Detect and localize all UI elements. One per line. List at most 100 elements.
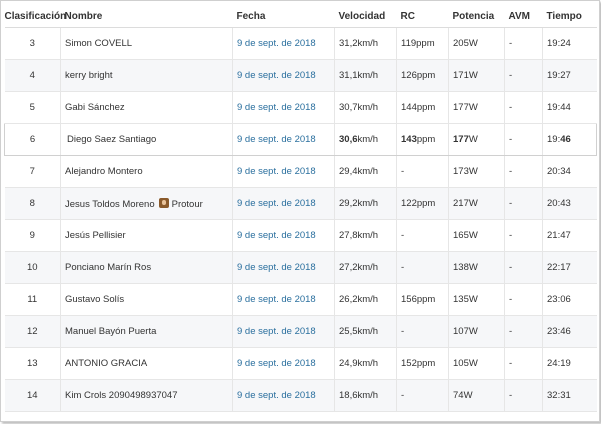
speed-cell: 26,2km/h [334, 283, 397, 316]
col-header-vam[interactable]: AVM [504, 5, 543, 28]
col-header-speed[interactable]: Velocidad [334, 5, 397, 28]
effort-date-link[interactable]: 9 de sept. de 2018 [232, 347, 335, 380]
speed-cell: 31,1km/h [334, 59, 397, 92]
effort-date-link[interactable]: 9 de sept. de 2018 [232, 219, 335, 252]
speed-cell: 29,4km/h [334, 155, 397, 188]
effort-date-link[interactable]: 9 de sept. de 2018 [232, 91, 335, 124]
power-cell: 205W [448, 27, 505, 60]
athlete-name-link[interactable]: Gabi Sánchez [60, 91, 233, 124]
speed-cell: 25,5km/h [334, 315, 397, 348]
table-row: 4 kerry bright 9 de sept. de 2018 31,1km… [4, 59, 597, 92]
highlighted-athlete-row: 6 Diego Saez Santiago 9 de sept. de 2018… [4, 123, 597, 156]
table-row: 3 Simon COVELL 9 de sept. de 2018 31,2km… [4, 27, 597, 60]
rank-cell: 4 [4, 59, 61, 92]
power-cell: 177W [448, 123, 505, 156]
vam-cell: - [504, 283, 543, 316]
power-cell: 217W [448, 187, 505, 220]
speed-cell: 18,6km/h [334, 379, 397, 412]
rank-cell: 6 [4, 123, 61, 156]
athlete-name[interactable]: Jesus Toldos Moreno [65, 199, 155, 210]
time-bold: 46 [560, 134, 571, 145]
effort-date-link[interactable]: 9 de sept. de 2018 [232, 315, 335, 348]
col-header-power[interactable]: Potencia [448, 5, 505, 28]
effort-date-link[interactable]: 9 de sept. de 2018 [232, 283, 335, 316]
vam-cell: - [504, 251, 543, 284]
speed-cell: 24,9km/h [334, 347, 397, 380]
leaderboard-panel: Clasificación Nombre Fecha Velocidad RC … [0, 0, 600, 422]
athlete-name-link[interactable]: ANTONIO GRACIA [60, 347, 233, 380]
athlete-name-link[interactable]: Jesús Pellisier [60, 219, 233, 252]
athlete-name-link[interactable]: Alejandro Montero [60, 155, 233, 188]
table-header-row: Clasificación Nombre Fecha Velocidad RC … [4, 5, 597, 28]
col-header-date[interactable]: Fecha [232, 5, 335, 28]
vam-cell: - [504, 379, 543, 412]
athlete-name-link[interactable]: Simon COVELL [60, 27, 233, 60]
protour-badge-icon [158, 197, 169, 208]
heart-rate-cell: 143ppm [396, 123, 449, 156]
time-cell: 19:46 [542, 123, 597, 156]
vam-cell: - [504, 59, 543, 92]
table-row: 12 Manuel Bayón Puerta 9 de sept. de 201… [4, 315, 597, 348]
protour-label[interactable]: Protour [172, 199, 203, 210]
effort-date-link[interactable]: 9 de sept. de 2018 [232, 123, 335, 156]
power-cell: 74W [448, 379, 505, 412]
effort-date-link[interactable]: 9 de sept. de 2018 [232, 27, 335, 60]
speed-unit: km/h [357, 134, 379, 145]
time-cell: 22:17 [542, 251, 597, 284]
rank-cell: 12 [4, 315, 61, 348]
col-header-time[interactable]: Tiempo [542, 5, 597, 28]
effort-date-link[interactable]: 9 de sept. de 2018 [232, 251, 335, 284]
rank-cell: 10 [4, 251, 61, 284]
athlete-name-link[interactable]: Gustavo Solís [60, 283, 233, 316]
vam-cell: - [504, 155, 543, 188]
effort-date-link[interactable]: 9 de sept. de 2018 [232, 59, 335, 92]
rank-cell: 8 [4, 187, 61, 220]
power-cell: 177W [448, 91, 505, 124]
athlete-name-link[interactable]: Manuel Bayón Puerta [60, 315, 233, 348]
heart-rate-cell: 156ppm [396, 283, 449, 316]
vam-cell: - [504, 187, 543, 220]
segment-leaderboard-table: Clasificación Nombre Fecha Velocidad RC … [4, 5, 597, 412]
time-cell: 23:06 [542, 283, 597, 316]
power-cell: 105W [448, 347, 505, 380]
table-row: 7 Alejandro Montero 9 de sept. de 2018 2… [4, 155, 597, 188]
heart-rate-cell: 144ppm [396, 91, 449, 124]
athlete-name-link[interactable]: Diego Saez Santiago [60, 123, 233, 156]
vam-cell: - [504, 219, 543, 252]
athlete-name-link[interactable]: kerry bright [60, 59, 233, 92]
rank-cell: 14 [4, 379, 61, 412]
heart-rate-cell: 119ppm [396, 27, 449, 60]
athlete-name-link[interactable]: Kim Crols 2090498937047 [60, 379, 233, 412]
time-prefix: 19: [547, 134, 561, 145]
time-cell: 19:27 [542, 59, 597, 92]
table-row: 13 ANTONIO GRACIA 9 de sept. de 2018 24,… [4, 347, 597, 380]
speed-cell: 27,2km/h [334, 251, 397, 284]
table-row: 8 Jesus Toldos Moreno Protour 9 de sept. … [4, 187, 597, 220]
rank-cell: 5 [4, 91, 61, 124]
effort-date-link[interactable]: 9 de sept. de 2018 [232, 187, 335, 220]
power-cell: 135W [448, 283, 505, 316]
vam-cell: - [504, 91, 543, 124]
power-value: 177 [453, 134, 469, 145]
time-cell: 32:31 [542, 379, 597, 412]
hr-value: 143 [401, 134, 417, 145]
speed-cell: 30,7km/h [334, 91, 397, 124]
table-row: 11 Gustavo Solís 9 de sept. de 2018 26,2… [4, 283, 597, 316]
rank-cell: 7 [4, 155, 61, 188]
col-header-rank[interactable]: Clasificación [4, 5, 66, 28]
col-header-name[interactable]: Nombre [60, 5, 233, 28]
hr-unit: ppm [416, 134, 436, 145]
time-cell: 21:47 [542, 219, 597, 252]
athlete-name-link[interactable]: Ponciano Marín Ros [60, 251, 233, 284]
athlete-name-link[interactable]: Jesus Toldos Moreno Protour [60, 187, 233, 220]
table-row: 14 Kim Crols 2090498937047 9 de sept. de… [4, 379, 597, 412]
time-cell: 19:44 [542, 91, 597, 124]
speed-cell: 30,6km/h [334, 123, 397, 156]
rank-cell: 9 [4, 219, 61, 252]
effort-date-link[interactable]: 9 de sept. de 2018 [232, 379, 335, 412]
power-cell: 165W [448, 219, 505, 252]
heart-rate-cell: - [396, 155, 449, 188]
heart-rate-cell: 126ppm [396, 59, 449, 92]
col-header-hr[interactable]: RC [396, 5, 449, 28]
effort-date-link[interactable]: 9 de sept. de 2018 [232, 155, 335, 188]
